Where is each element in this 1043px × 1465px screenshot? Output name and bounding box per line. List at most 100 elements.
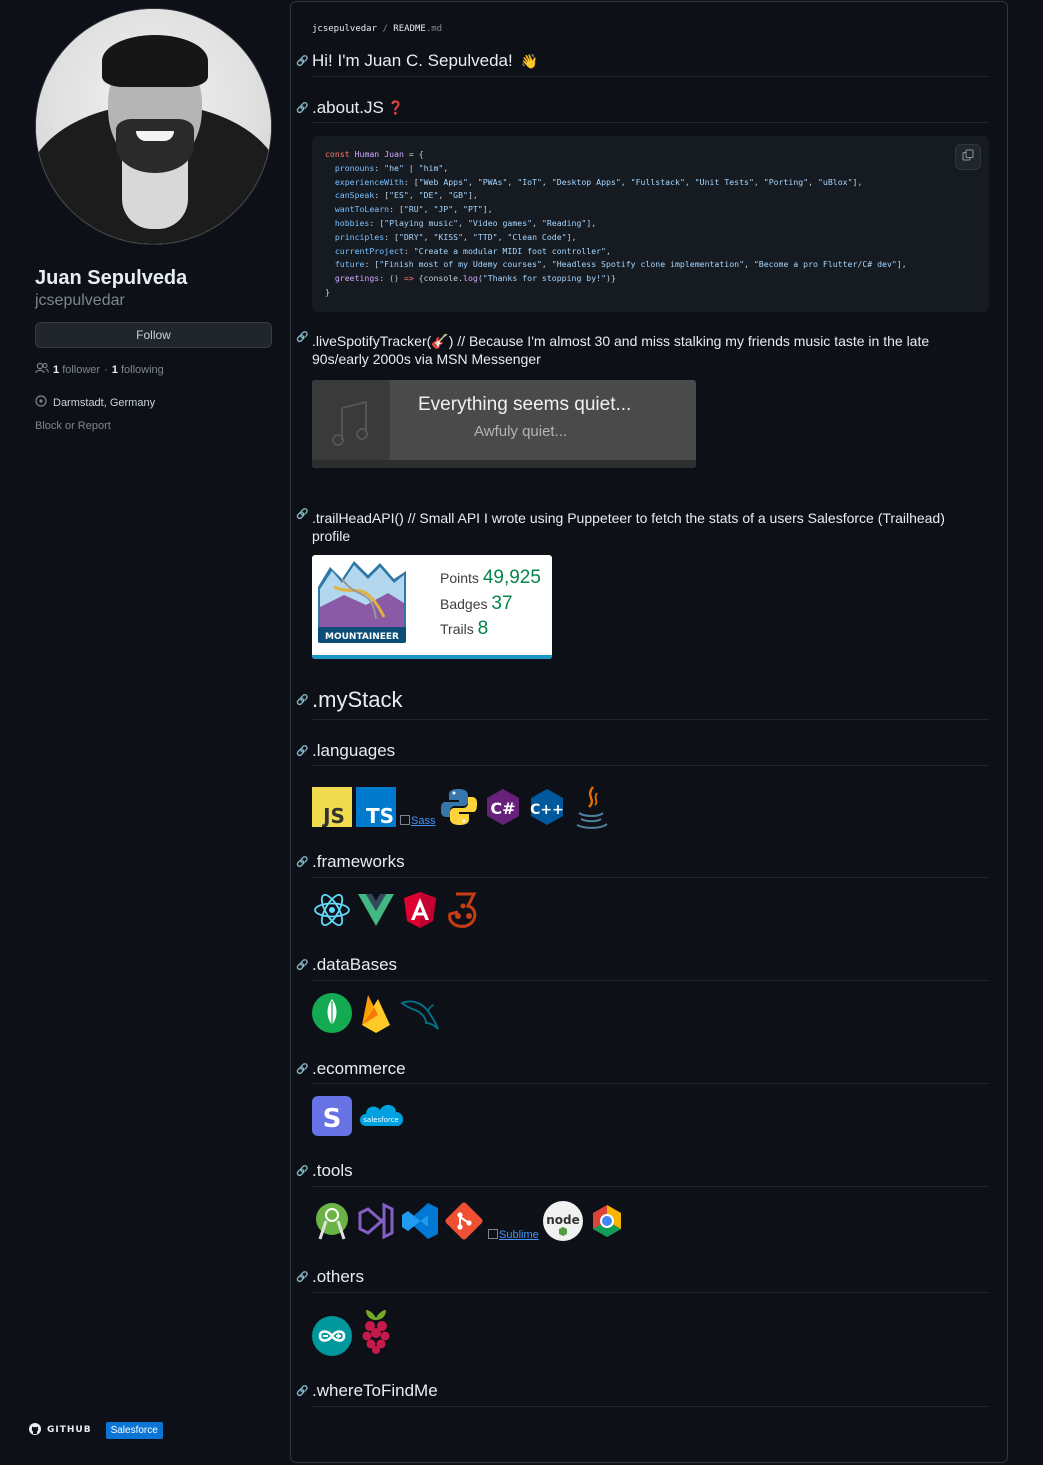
mongodb-icon[interactable]: [312, 993, 352, 1033]
databases-icons: [312, 993, 440, 1033]
location: Darmstadt, Germany: [35, 395, 272, 410]
profile-full-name: Juan Sepulveda: [35, 267, 188, 289]
heading-greeting: 🔗 Hi! I'm Juan C. Sepulveda! 👋: [296, 51, 539, 70]
spotify-subtitle: Awfuly quiet...: [474, 423, 568, 440]
trail-points: Points 49,925: [440, 567, 541, 588]
breadcrumb-user[interactable]: jcsepulvedar: [312, 24, 377, 34]
firebase-icon[interactable]: [356, 993, 396, 1033]
jest-icon[interactable]: [444, 890, 484, 930]
csharp-icon[interactable]: C#: [483, 787, 523, 827]
breadcrumb-file: README: [393, 24, 426, 34]
svg-text:node: node: [546, 1213, 580, 1227]
vue-icon[interactable]: [356, 890, 396, 930]
question-mark-icon: ❓: [387, 100, 405, 115]
angular-icon[interactable]: [400, 890, 440, 930]
block-or-report-link[interactable]: Block or Report: [35, 420, 272, 432]
heading-trailhead: 🔗: [296, 509, 308, 520]
heading-spotify: 🔗: [296, 332, 308, 343]
location-pin-icon: [35, 395, 47, 410]
others-icons: [312, 1306, 396, 1356]
spotify-heading-text: .liveSpotifyTracker(🎸) // Because I'm al…: [312, 333, 930, 367]
anchor-link-icon[interactable]: 🔗: [296, 746, 308, 757]
copy-icon: [962, 148, 974, 166]
git-icon[interactable]: [444, 1201, 484, 1241]
chrome-devtools-icon[interactable]: [587, 1201, 627, 1241]
heading-about: 🔗 .about.JS ❓: [296, 98, 405, 117]
spotify-title: Everything seems quiet...: [418, 394, 632, 415]
trailhead-card[interactable]: MOUNTAINEER Points 49,925 Badges 37 Trai…: [312, 555, 552, 659]
mysql-icon[interactable]: [400, 993, 440, 1033]
javascript-icon[interactable]: JS: [312, 787, 352, 827]
code-text: const Human Juan = { pronouns: "he" | "h…: [325, 149, 907, 297]
heading-others: 🔗 .others: [296, 1267, 364, 1286]
stripe-icon[interactable]: S: [312, 1096, 352, 1136]
svg-text:S: S: [323, 1104, 342, 1134]
anchor-link-icon[interactable]: 🔗: [296, 103, 308, 114]
anchor-link-icon[interactable]: 🔗: [296, 960, 308, 971]
anchor-link-icon[interactable]: 🔗: [296, 1386, 308, 1397]
breadcrumb: jcsepulvedar / README.md: [312, 24, 443, 34]
salesforce-badge[interactable]: Salesforce: [105, 1421, 163, 1439]
anchor-link-icon[interactable]: 🔗: [296, 332, 308, 343]
frameworks-icons: [312, 890, 484, 930]
music-note-icon: [312, 380, 390, 460]
svg-text:TS: TS: [366, 804, 394, 827]
react-icon[interactable]: [312, 890, 352, 930]
anchor-link-icon[interactable]: 🔗: [296, 857, 308, 868]
heading-tools: 🔗 .tools: [296, 1161, 353, 1180]
follow-button[interactable]: Follow: [35, 322, 272, 348]
github-badge[interactable]: GITHUB: [25, 1420, 96, 1440]
mountaineer-badge-icon: MOUNTAINEER: [314, 557, 410, 653]
svg-text:C++: C++: [531, 802, 565, 818]
nodejs-icon[interactable]: node: [542, 1201, 583, 1241]
vscode-icon[interactable]: [400, 1201, 440, 1241]
salesforce-icon[interactable]: salesforce: [356, 1096, 408, 1136]
trail-trails: Trails 8: [440, 618, 489, 639]
languages-icons: JS TS Sass C# C++: [312, 786, 611, 829]
anchor-link-icon[interactable]: 🔗: [296, 1272, 308, 1283]
location-text: Darmstadt, Germany: [53, 396, 156, 409]
python-icon[interactable]: [439, 787, 479, 827]
anchor-link-icon[interactable]: 🔗: [296, 509, 308, 520]
heading-languages: 🔗 .languages: [296, 741, 396, 760]
anchor-link-icon[interactable]: 🔗: [296, 695, 308, 706]
java-icon[interactable]: [571, 786, 611, 829]
svg-text:JS: JS: [321, 804, 345, 827]
anchor-link-icon[interactable]: 🔗: [296, 56, 308, 67]
heading-mystack: 🔗 .myStack: [296, 687, 403, 712]
avatar[interactable]: [35, 8, 272, 245]
cplusplus-icon[interactable]: C++: [527, 787, 567, 827]
profile-username: jcsepulvedar: [35, 292, 125, 309]
code-block: const Human Juan = { pronouns: "he" | "h…: [312, 136, 989, 312]
badge-label: MOUNTAINEER: [325, 632, 399, 642]
followers-link[interactable]: 1 follower: [53, 364, 100, 376]
heading-ecommerce: 🔗 .ecommerce: [296, 1059, 406, 1078]
profile-sidebar: Juan Sepulveda jcsepulvedar Follow 1 fol…: [35, 8, 272, 432]
spotify-tracker-card[interactable]: Everything seems quiet... Awfuly quiet..…: [312, 380, 696, 468]
arduino-icon[interactable]: [312, 1316, 352, 1356]
android-studio-icon[interactable]: [312, 1201, 352, 1241]
trailhead-heading-text: .trailHeadAPI() // Small API I wrote usi…: [312, 510, 945, 544]
anchor-link-icon[interactable]: 🔗: [296, 1064, 308, 1075]
people-icon: [35, 362, 49, 377]
typescript-icon[interactable]: TS: [356, 787, 396, 827]
spotify-progress-bar: [312, 460, 696, 468]
copy-button[interactable]: [955, 144, 981, 170]
anchor-link-icon[interactable]: 🔗: [296, 1166, 308, 1177]
sublime-icon[interactable]: Sublime: [488, 1201, 539, 1241]
raspberry-pi-icon[interactable]: [356, 1306, 396, 1356]
following-link[interactable]: 1 following: [112, 364, 164, 376]
salesforce-logo-text: salesforce: [363, 1116, 398, 1124]
sass-icon[interactable]: Sass: [400, 787, 435, 827]
visual-studio-icon[interactable]: [356, 1201, 396, 1241]
readme-panel: jcsepulvedar / README.md 🔗 Hi! I'm Juan …: [290, 1, 1008, 1463]
waving-hand-icon: 👋: [520, 52, 539, 69]
social-badges: GITHUB Salesforce: [25, 1420, 163, 1440]
heading-frameworks: 🔗 .frameworks: [296, 852, 405, 871]
ecommerce-icons: S salesforce: [312, 1096, 408, 1136]
heading-where-to-find-me: 🔗 .whereToFindMe: [296, 1381, 438, 1400]
tools-icons: Sublime node: [312, 1201, 627, 1241]
trail-badges: Badges 37: [440, 593, 513, 614]
github-icon: [29, 1422, 41, 1438]
follow-stats: 1 follower · 1 following: [35, 362, 272, 377]
